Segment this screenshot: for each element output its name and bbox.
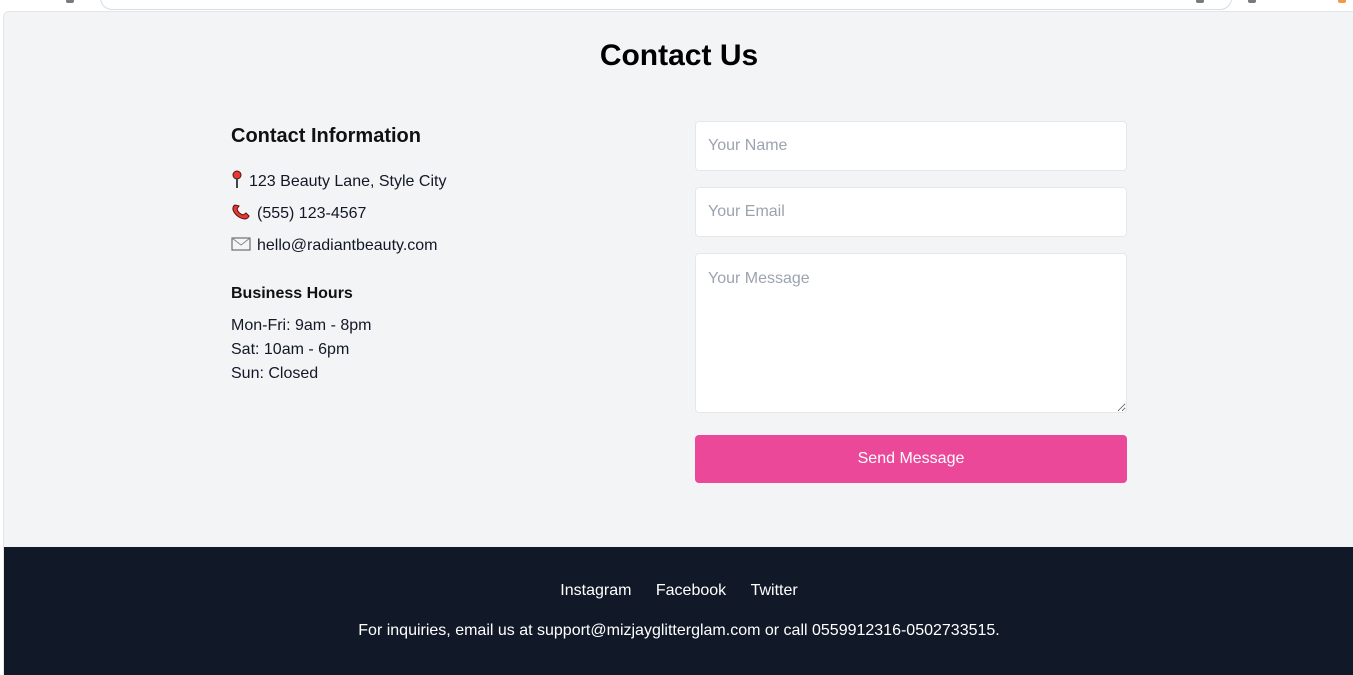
- email-input[interactable]: [695, 187, 1127, 237]
- twitter-link[interactable]: Twitter: [751, 582, 798, 599]
- name-input[interactable]: [695, 121, 1127, 171]
- phone-line: (555) 123-4567: [231, 198, 631, 230]
- profile-icon[interactable]: [1248, 0, 1256, 3]
- social-links: Instagram Facebook Twitter: [4, 582, 1353, 600]
- browser-toolbar: [0, 0, 1353, 11]
- contact-information-heading: Contact Information: [231, 125, 421, 147]
- send-message-button[interactable]: Send Message: [695, 435, 1127, 483]
- email-line: hello@radiantbeauty.com: [231, 230, 631, 262]
- email-text: hello@radiantbeauty.com: [257, 237, 438, 254]
- envelope-icon: [231, 237, 251, 256]
- hours-weekdays: Mon-Fri: 9am - 8pm: [231, 317, 372, 334]
- page-viewport: Contact Us Contact Information 123 Beaut…: [3, 11, 1353, 675]
- extension-icon[interactable]: [1196, 0, 1204, 3]
- contact-information-panel: Contact Information 123 Beauty Lane, Sty…: [231, 124, 631, 386]
- message-textarea[interactable]: [695, 253, 1127, 413]
- phone-text: (555) 123-4567: [257, 205, 367, 222]
- instagram-link[interactable]: Instagram: [560, 582, 631, 599]
- browser-control-icon[interactable]: [66, 0, 74, 3]
- hours-sunday: Sun: Closed: [231, 365, 319, 382]
- address-text: 123 Beauty Lane, Style City: [249, 173, 447, 190]
- contact-section: Contact Us Contact Information 123 Beaut…: [4, 12, 1353, 547]
- address-line: 123 Beauty Lane, Style City: [231, 166, 631, 198]
- footer: Instagram Facebook Twitter For inquiries…: [4, 547, 1353, 675]
- notification-icon[interactable]: [1338, 0, 1346, 3]
- telephone-icon: [231, 203, 251, 226]
- map-pin-icon: [231, 170, 243, 195]
- contact-form: Send Message: [695, 121, 1127, 483]
- hours-saturday: Sat: 10am - 6pm: [231, 341, 350, 358]
- address-bar[interactable]: [100, 0, 1232, 10]
- facebook-link[interactable]: Facebook: [656, 582, 726, 599]
- business-hours-heading: Business Hours: [231, 285, 353, 302]
- page-title: Contact Us: [599, 39, 759, 72]
- inquiries-note: For inquiries, email us at support@mizja…: [358, 622, 1000, 639]
